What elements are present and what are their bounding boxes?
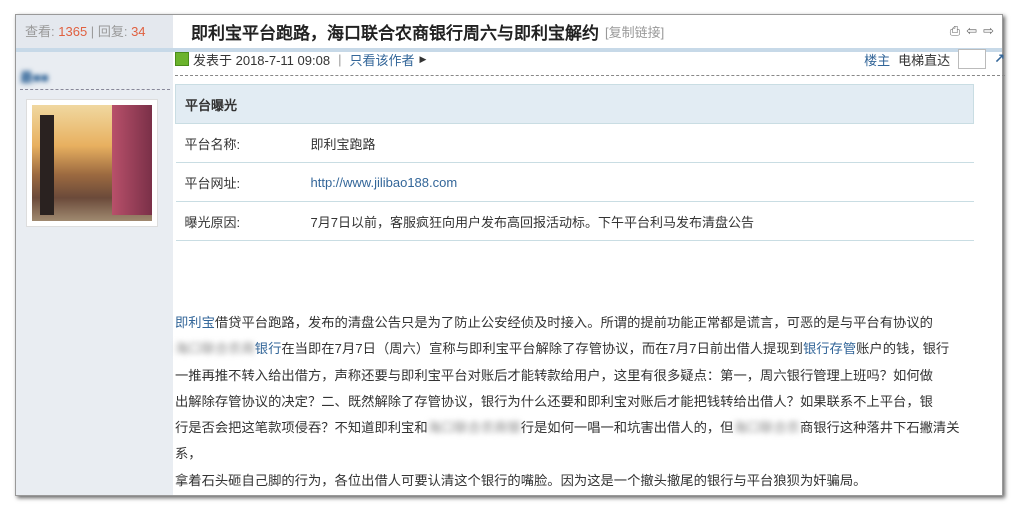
row-key: 平台网址: — [175, 162, 302, 202]
post-meta: 发表于 2018-7-11 09:08 | 只看该作者 ▶ 楼主 电梯直达 ↗ — [175, 48, 1005, 70]
body-text: 行是否会把这笔款项侵吞？不知道即利宝和 — [175, 420, 428, 436]
keyword-link[interactable]: 银行存管 — [803, 341, 856, 356]
thread-stats: 查看: 1365 | 回复: 34 — [16, 15, 173, 48]
divider — [175, 75, 1005, 76]
prev-thread-icon[interactable]: ⇦ — [966, 23, 977, 39]
copy-link-button[interactable]: [复制链接] — [605, 22, 664, 41]
thread-header: 即利宝平台跑路，海口联合农商银行周六与即利宝解约 [复制链接] ⎙ ⇦ ⇨ — [173, 15, 1002, 48]
author-name[interactable]: 最■■ — [20, 67, 49, 86]
meta-separator: | — [338, 51, 342, 67]
go-icon[interactable]: ↗ — [994, 51, 1005, 67]
views-label: 查看: — [25, 24, 55, 39]
blurred-text: 海口联合农 — [733, 420, 800, 436]
avatar[interactable] — [26, 99, 158, 227]
body-text: 出解除存管协议的决定？二、既然解除了存管协议，银行为什么还要和即利宝对账后才能把… — [175, 393, 933, 409]
blurred-text: 海口联合农商银 — [427, 420, 521, 436]
body-text: 在当即在7月7日（周六）宣称与即利宝平台解除了存管协议，而在7月7日前出借人提现… — [281, 341, 803, 357]
elevator-label: 电梯直达 — [898, 52, 951, 68]
platform-url-link[interactable]: http://www.jilibao188.com — [311, 175, 458, 190]
keyword-link[interactable]: 即利宝 — [175, 315, 215, 330]
avatar-image — [32, 105, 152, 221]
floor-label[interactable]: 楼主 — [864, 50, 890, 69]
body-text: 行是如何一唱一和坑害出借人的，但 — [520, 420, 734, 436]
table-row: 平台名称: 即利宝跑路 — [175, 123, 974, 163]
replies-label: 回复: — [97, 24, 128, 39]
body-text: 借贷平台跑路，发布的清盘公告只是为了防止公安经侦及时接入。所谓的提前功能正常都是… — [214, 315, 933, 330]
table-header: 平台曝光 — [175, 84, 974, 124]
post-time: 发表于 2018-7-11 09:08 — [193, 52, 331, 68]
row-key: 曝光原因: — [175, 201, 302, 241]
keyword-link[interactable]: 银行 — [255, 341, 282, 356]
table-row: 平台网址: http://www.jilibao188.com — [175, 162, 974, 202]
online-status-icon — [175, 52, 189, 66]
row-value: 7月7日以前，客服疯狂向用户发布高回报活动标。下午平台利马发布清盘公告 — [301, 201, 974, 241]
blurred-text: 海口联合农商 — [175, 341, 255, 357]
table-row: 曝光原因: 7月7日以前，客服疯狂向用户发布高回报活动标。下午平台利马发布清盘公告 — [175, 201, 974, 241]
replies-count: 34 — [131, 24, 146, 39]
views-count: 1365 — [58, 24, 88, 39]
row-key: 平台名称: — [175, 123, 302, 163]
body-text: 拿着石头砸自己脚的行为，各位出借人可要认清这个银行的嘴脸。因为这是一个撤头撤尾的… — [175, 472, 867, 488]
body-text: 一推再推不转入给出借方，声称还要与即利宝平台对账后才能转款给用户，这里有很多疑点… — [175, 367, 933, 383]
body-text: 账户的钱，银行 — [856, 341, 950, 357]
divider — [20, 89, 170, 90]
stats-separator: | — [90, 24, 95, 39]
caret-right-icon: ▶ — [419, 53, 427, 64]
only-author-link[interactable]: 只看该作者 — [349, 50, 414, 69]
thread-title: 即利宝平台跑路，海口联合农商银行周六与即利宝解约 — [191, 24, 599, 43]
author-sidebar: 查看: 1365 | 回复: 34 最■■ — [16, 15, 173, 495]
next-thread-icon[interactable]: ⇨ — [983, 23, 994, 39]
platform-table: 平台曝光 平台名称: 即利宝跑路 平台网址: http://www.jilibao1… — [175, 84, 974, 241]
post-body: 即利宝借贷平台跑路，发布的清盘公告只是为了防止公安经侦及时接入。所谓的提前功能正… — [175, 310, 975, 494]
print-icon[interactable]: ⎙ — [950, 23, 960, 39]
floor-jump-input[interactable] — [958, 49, 987, 69]
row-value: 即利宝跑路 — [301, 123, 974, 163]
